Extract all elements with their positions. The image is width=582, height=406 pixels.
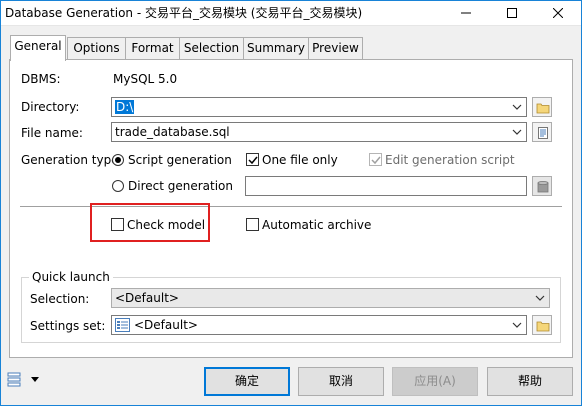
direct-generation-label[interactable]: Direct generation [128, 179, 233, 193]
selection-label: Selection: [30, 292, 90, 306]
apply-button[interactable]: 应用(A) [392, 367, 478, 396]
tab-general[interactable]: General [10, 35, 66, 61]
edit-generation-script-checkbox[interactable] [369, 153, 382, 166]
settings-set-combo[interactable]: <Default> [111, 315, 527, 335]
checkmark-icon [371, 156, 381, 165]
automatic-archive-label[interactable]: Automatic archive [262, 218, 371, 232]
directory-combo[interactable]: D:\ [111, 97, 527, 117]
browse-directory-button[interactable] [532, 97, 552, 117]
options-menu-button[interactable] [7, 372, 43, 390]
document-icon [538, 127, 548, 139]
window-title: Database Generation - 交易平台_交易模块 (交易平台_交易… [5, 6, 363, 20]
tab-selection[interactable]: Selection [179, 37, 244, 59]
radio-selected-dot [115, 157, 121, 163]
tab-preview[interactable]: Preview [308, 37, 363, 59]
edit-generation-script-label: Edit generation script [385, 153, 515, 167]
list-menu-icon [7, 372, 21, 387]
minimize-icon [461, 12, 471, 14]
ok-button[interactable]: 确定 [204, 367, 290, 396]
title-bar: Database Generation - 交易平台_交易模块 (交易平台_交易… [0, 0, 582, 26]
folder-icon [536, 321, 550, 332]
tab-summary[interactable]: Summary [243, 37, 309, 59]
one-file-only-label[interactable]: One file only [262, 153, 338, 167]
chevron-down-icon [535, 295, 545, 301]
maximize-button[interactable] [489, 0, 535, 25]
settings-list-icon [115, 318, 130, 332]
browse-settings-button[interactable] [532, 315, 552, 335]
settings-set-value: <Default> [134, 318, 198, 332]
cancel-button[interactable]: 取消 [298, 367, 384, 396]
direct-generation-browse-button[interactable] [532, 176, 552, 196]
direct-generation-field[interactable] [245, 176, 527, 196]
settings-set-label: Settings set: [30, 319, 106, 333]
close-icon [552, 7, 564, 19]
dbms-value: MySQL 5.0 [113, 72, 178, 86]
browse-file-button[interactable] [532, 122, 552, 142]
check-model-checkbox[interactable] [111, 218, 124, 231]
dropdown-arrow-icon [31, 377, 39, 382]
database-icon [537, 180, 549, 193]
chevron-down-icon [512, 129, 522, 135]
filename-value: trade_database.sql [115, 125, 230, 139]
tab-format[interactable]: Format [125, 37, 180, 59]
one-file-only-checkbox[interactable] [246, 153, 259, 166]
script-generation-radio[interactable] [112, 154, 124, 166]
selection-value: <Default> [115, 291, 179, 305]
directory-label: Directory: [21, 100, 80, 114]
minimize-button[interactable] [443, 0, 489, 25]
generation-type-label: Generation type: [21, 153, 123, 167]
script-generation-label[interactable]: Script generation [128, 153, 232, 167]
help-button[interactable]: 帮助 [487, 367, 573, 396]
chevron-down-icon [512, 104, 522, 110]
folder-icon [536, 103, 550, 114]
dbms-label: DBMS: [21, 72, 61, 86]
tab-options[interactable]: Options [67, 37, 126, 59]
maximize-icon [507, 8, 517, 18]
filename-label: File name: [21, 126, 83, 140]
checkmark-icon [248, 156, 258, 165]
directory-value: D:\ [115, 100, 135, 114]
automatic-archive-checkbox[interactable] [246, 218, 259, 231]
chevron-down-icon [512, 322, 522, 328]
filename-combo[interactable]: trade_database.sql [111, 122, 527, 142]
quick-launch-title: Quick launch [29, 270, 113, 284]
selection-combo[interactable]: <Default> [111, 288, 550, 308]
check-model-label[interactable]: Check model [127, 218, 205, 232]
direct-generation-radio[interactable] [112, 180, 124, 192]
close-button[interactable] [535, 0, 581, 25]
